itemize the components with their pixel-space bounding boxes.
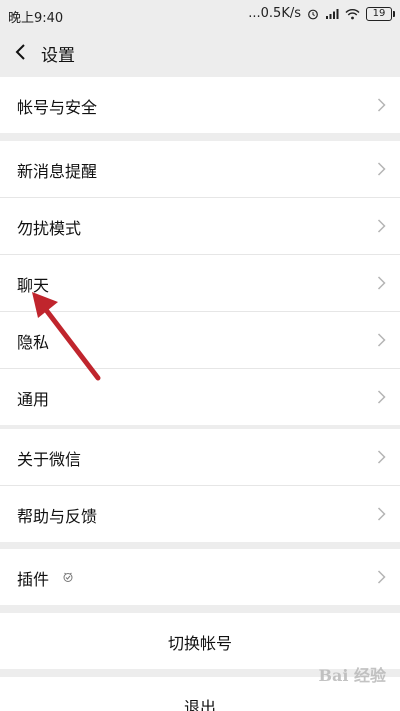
back-arrow-icon[interactable] xyxy=(10,38,32,66)
row-new-message-alerts[interactable]: 新消息提醒 xyxy=(0,141,400,198)
row-plugins[interactable]: 插件 xyxy=(0,549,400,605)
row-about-wechat[interactable]: 关于微信 xyxy=(0,429,400,486)
switch-account-button[interactable]: 切换帐号 xyxy=(0,613,400,669)
status-bar: 晚上9:40 ...0.5K/s 19 xyxy=(0,0,400,30)
chevron-right-icon xyxy=(377,98,386,112)
switch-account-label: 切换帐号 xyxy=(167,634,232,653)
chevron-right-icon xyxy=(377,390,386,404)
alarm-icon xyxy=(308,9,318,19)
plugins-group: 插件 xyxy=(0,549,400,605)
logout-label: 退出 xyxy=(183,698,216,711)
row-account-security[interactable]: 帐号与安全 xyxy=(0,77,400,133)
row-label: 勿扰模式 xyxy=(17,219,82,238)
row-label: 通用 xyxy=(17,390,50,409)
row-label: 关于微信 xyxy=(17,450,82,469)
chevron-right-icon xyxy=(377,450,386,464)
chevron-right-icon xyxy=(377,570,386,584)
title-bar: 设置 xyxy=(0,30,400,74)
account-group: 帐号与安全 xyxy=(0,77,400,133)
status-icons: ...0.5K/s 19 xyxy=(248,6,395,21)
chevron-right-icon xyxy=(377,219,386,233)
chevron-right-icon xyxy=(377,333,386,347)
switch-account-group: 切换帐号 xyxy=(0,613,400,669)
chevron-right-icon xyxy=(377,162,386,176)
status-time: 晚上9:40 xyxy=(8,11,64,26)
about-group: 关于微信 帮助与反馈 xyxy=(0,429,400,542)
signal-icon xyxy=(326,8,339,19)
chevron-right-icon xyxy=(377,507,386,521)
row-label: 帮助与反馈 xyxy=(17,507,98,526)
chevron-right-icon xyxy=(377,276,386,290)
row-label: 插件 xyxy=(17,570,50,589)
row-do-not-disturb[interactable]: 勿扰模式 xyxy=(0,198,400,255)
row-help-feedback[interactable]: 帮助与反馈 xyxy=(0,486,400,542)
battery-icon: 19 xyxy=(366,6,395,21)
red-arrow-annotation xyxy=(32,292,101,381)
wifi-icon xyxy=(345,8,360,19)
plugin-badge-icon xyxy=(63,572,73,582)
page-title: 设置 xyxy=(41,46,75,66)
network-speed: ...0.5K/s xyxy=(248,6,301,21)
row-label: 帐号与安全 xyxy=(17,98,98,117)
watermark: Bai 经验 xyxy=(318,666,386,685)
row-label: 新消息提醒 xyxy=(17,162,98,181)
